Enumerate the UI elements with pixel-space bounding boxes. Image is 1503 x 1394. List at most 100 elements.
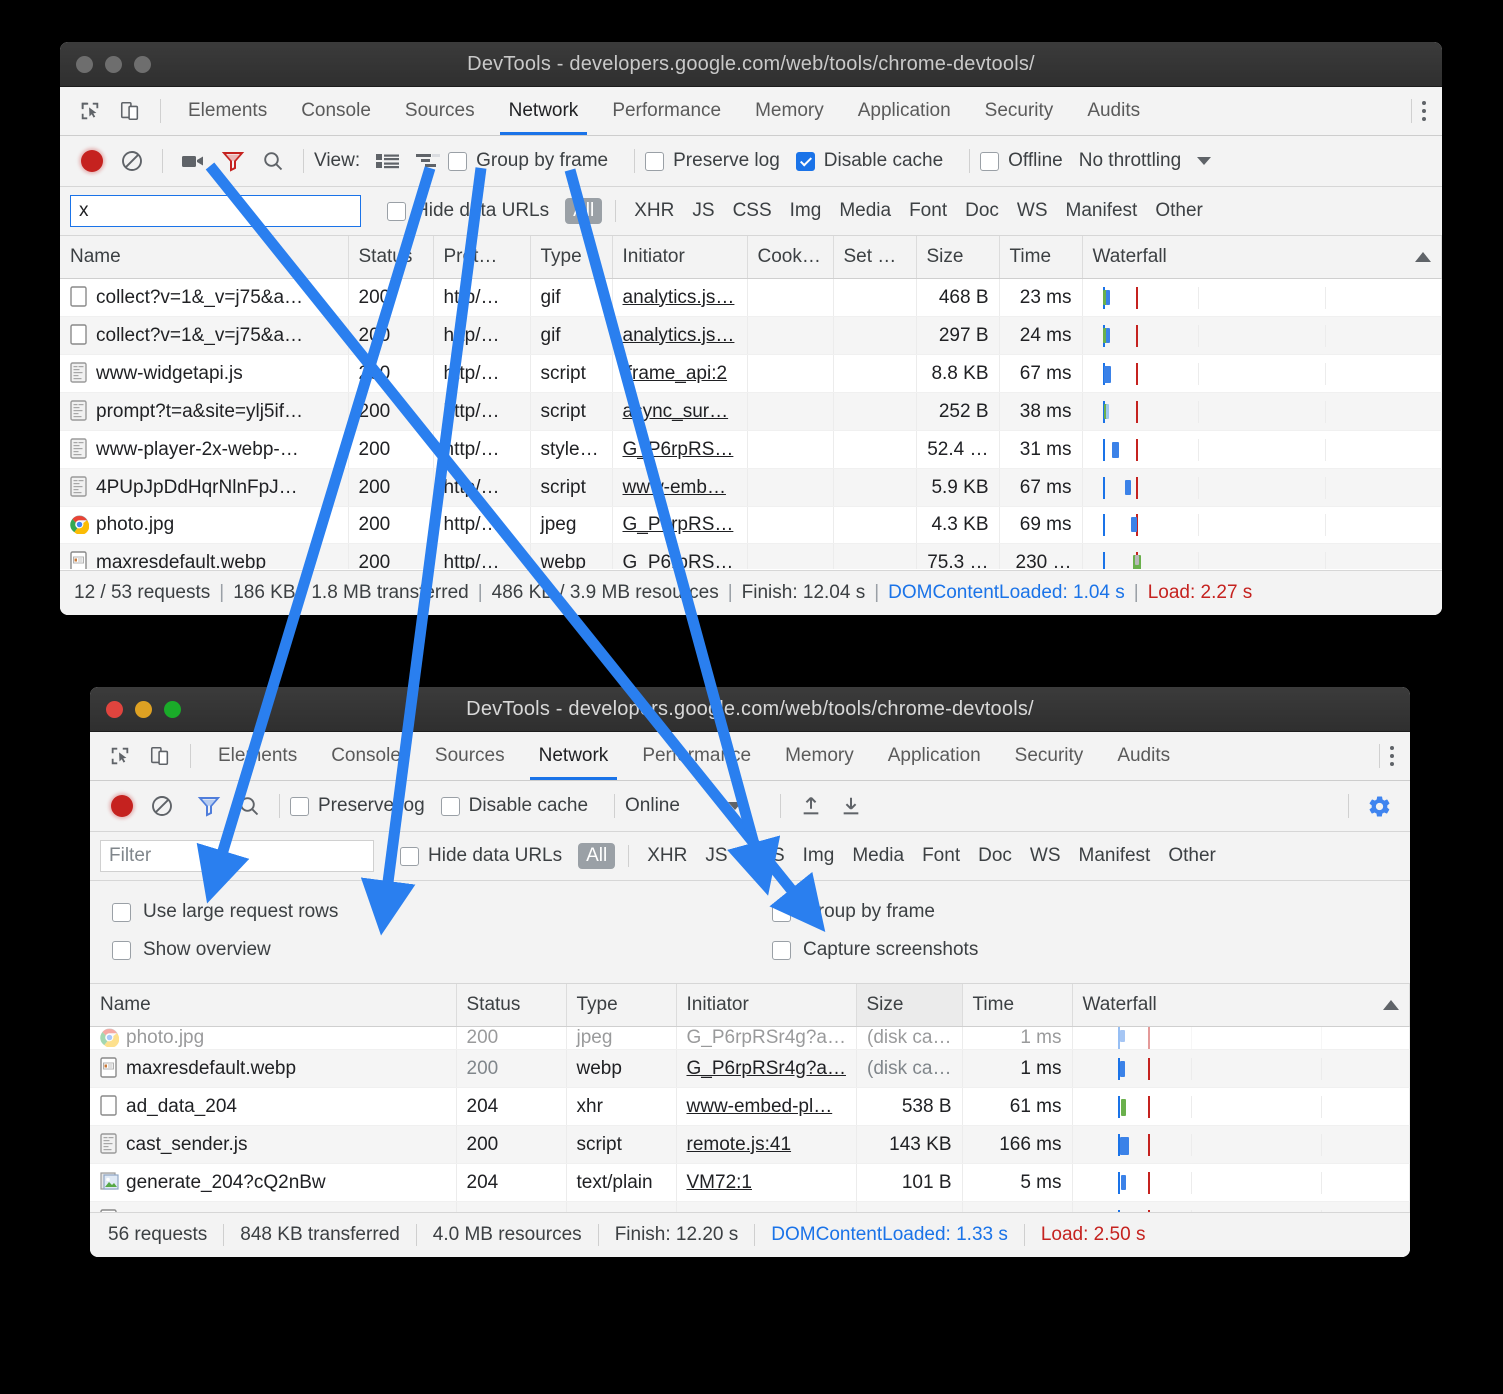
filter-icon[interactable]	[192, 789, 226, 823]
preserve-log-checkbox[interactable]: Preserve log	[645, 150, 780, 172]
table-row[interactable]: generate_204?cQ2nBw 204 text/plain VM72:1 10…	[90, 1163, 1410, 1202]
table-row[interactable]: photo.jpg 200 http/… jpeg G_P6rpRS… 4.3 KB 69 …	[60, 506, 1442, 544]
throttling-select[interactable]: No throttling	[1079, 150, 1181, 172]
initiator-link[interactable]: www-emb…	[623, 477, 726, 498]
tab-sources[interactable]: Sources	[388, 87, 492, 135]
col-size[interactable]: Size	[856, 984, 963, 1027]
tab-security[interactable]: Security	[998, 732, 1101, 780]
col-cookies[interactable]: Cook…	[747, 236, 834, 279]
cell-name[interactable]: ad_data_204	[90, 1087, 457, 1126]
cell-name[interactable]: generate_204?cQ2nBw	[90, 1163, 457, 1202]
hide-data-urls-checkbox[interactable]: Hide data URLs	[400, 845, 562, 867]
filter-icon[interactable]	[216, 144, 250, 178]
disable-cache-checkbox[interactable]: Disable cache	[795, 150, 943, 172]
hide-data-urls-checkbox[interactable]: Hide data URLs	[387, 200, 549, 222]
initiator-link[interactable]: G_P6rpRS…	[623, 439, 734, 460]
col-time[interactable]: Time	[999, 236, 1083, 279]
table-row[interactable]: prompt?t=a&site=ylj5if… 200 http/… script as…	[60, 392, 1442, 431]
tab-audits[interactable]: Audits	[1100, 732, 1187, 780]
filter-type-xhr[interactable]: XHR	[638, 845, 696, 867]
cell-initiator[interactable]: analytics.js…	[612, 316, 748, 355]
filter-type-css[interactable]: CSS	[737, 845, 794, 867]
cell-initiator[interactable]: iframe_api:2	[612, 354, 748, 393]
gear-icon[interactable]	[1362, 789, 1396, 823]
table-row-clipped[interactable]: photo.jpg 200 jpeg G_P6rpRSr4g?a… (disk ca… 1…	[90, 1026, 1410, 1050]
tab-network[interactable]: Network	[522, 732, 626, 780]
cell-initiator[interactable]: analytics.js…	[612, 278, 748, 317]
initiator-link[interactable]: www-embed-pl…	[687, 1096, 833, 1117]
group-by-frame-checkbox-top[interactable]: Group by frame	[448, 150, 608, 172]
inspect-element-icon[interactable]	[73, 94, 107, 128]
disable-cache-checkbox[interactable]: Disable cache	[440, 795, 588, 817]
initiator-link[interactable]: VM72:1	[687, 1172, 752, 1193]
col-protocol[interactable]: Prot…	[433, 236, 531, 279]
cell-initiator[interactable]: G_P6rpRSr4g?a…	[676, 1049, 857, 1088]
tab-elements[interactable]: Elements	[171, 87, 284, 135]
initiator-link[interactable]: analytics.js…	[623, 287, 735, 308]
cell-initiator[interactable]: async_sur…	[612, 392, 748, 431]
cell-initiator[interactable]: G_P6rpRS…	[612, 506, 748, 544]
table-row[interactable]: ad_data_204 204 xhr www-embed-pl… 538 B 61 ms	[90, 1087, 1410, 1126]
filter-type-js[interactable]: JS	[683, 200, 723, 222]
cell-name[interactable]: photo.jpg	[60, 506, 349, 544]
table-row[interactable]: maxresdefault.webp 200 webp G_P6rpRSr4g?a… (…	[90, 1049, 1410, 1088]
tab-audits[interactable]: Audits	[1070, 87, 1157, 135]
upload-har-icon[interactable]	[794, 789, 828, 823]
col-waterfall[interactable]: Waterfall	[1072, 984, 1410, 1027]
initiator-link[interactable]: async_sur…	[623, 401, 729, 422]
col-time[interactable]: Time	[962, 984, 1073, 1027]
cell-name[interactable]: maxresdefault.webp	[90, 1049, 457, 1088]
tab-security[interactable]: Security	[968, 87, 1071, 135]
minimize-button[interactable]	[105, 55, 122, 73]
throttling-select[interactable]: Online	[625, 795, 680, 817]
filter-type-doc[interactable]: Doc	[969, 845, 1021, 867]
filter-type-manifest[interactable]: Manifest	[1057, 200, 1147, 222]
col-initiator[interactable]: Initiator	[676, 984, 857, 1027]
camera-icon[interactable]	[176, 144, 210, 178]
filter-type-other[interactable]: Other	[1146, 200, 1212, 222]
show-overview-checkbox[interactable]: Show overview	[90, 939, 772, 961]
filter-type-js[interactable]: JS	[696, 845, 736, 867]
cell-name[interactable]: www-player-2x-webp-…	[60, 430, 349, 469]
filter-type-css[interactable]: CSS	[724, 200, 781, 222]
toggle-device-toolbar-icon[interactable]	[113, 94, 147, 128]
initiator-link[interactable]: remote.js:41	[687, 1134, 792, 1155]
cell-initiator[interactable]: remote.js:41	[676, 1125, 857, 1164]
cell-initiator[interactable]: G_P6rpRS…	[612, 430, 748, 469]
col-type[interactable]: Type	[566, 984, 677, 1027]
filter-type-manifest[interactable]: Manifest	[1070, 845, 1160, 867]
tab-performance[interactable]: Performance	[625, 732, 768, 780]
tab-sources[interactable]: Sources	[418, 732, 522, 780]
clear-icon[interactable]	[115, 144, 149, 178]
table-row[interactable]: 4PUpJpDdHqrNlnFpJ… 200 http/… script www-emb…	[60, 468, 1442, 507]
record-icon[interactable]	[75, 144, 109, 178]
initiator-link[interactable]: G_P6rpRS…	[623, 552, 734, 570]
cell-name[interactable]: prompt?t=a&site=ylj5if…	[60, 392, 349, 431]
filter-type-all[interactable]: All	[578, 843, 616, 869]
table-row[interactable]: www-player-2x-webp-… 200 http/… style… G_P6r…	[60, 430, 1442, 469]
zoom-button[interactable]	[134, 55, 151, 73]
filter-input[interactable]: Filter	[100, 840, 374, 872]
tab-memory[interactable]: Memory	[768, 732, 871, 780]
tab-memory[interactable]: Memory	[738, 87, 841, 135]
filter-type-all[interactable]: All	[565, 198, 603, 224]
preserve-log-checkbox[interactable]: Preserve log	[290, 795, 425, 817]
zoom-button[interactable]	[164, 700, 181, 718]
tab-application[interactable]: Application	[871, 732, 998, 780]
inspect-element-icon[interactable]	[103, 739, 137, 773]
col-set-cookies[interactable]: Set …	[833, 236, 917, 279]
cell-name[interactable]: photo.jpg	[90, 1026, 457, 1050]
col-status[interactable]: Status	[456, 984, 567, 1027]
filter-type-doc[interactable]: Doc	[956, 200, 1008, 222]
cell-initiator[interactable]: www-emb…	[612, 468, 748, 507]
col-status[interactable]: Status	[348, 236, 434, 279]
offline-checkbox[interactable]: Offline	[980, 150, 1063, 172]
filter-type-img[interactable]: Img	[794, 845, 844, 867]
use-large-request-rows-checkbox[interactable]: Use large request rows	[90, 901, 772, 923]
filter-type-font[interactable]: Font	[900, 200, 956, 222]
filter-type-img[interactable]: Img	[781, 200, 831, 222]
filter-type-ws[interactable]: WS	[1021, 845, 1070, 867]
filter-input[interactable]: x	[70, 195, 361, 227]
download-har-icon[interactable]	[834, 789, 868, 823]
search-icon[interactable]	[256, 144, 290, 178]
